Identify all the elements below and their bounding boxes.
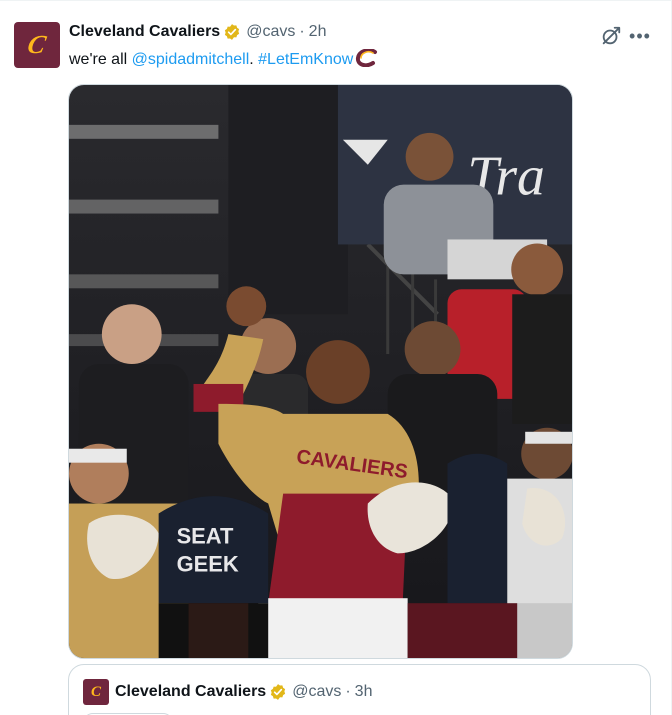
handle[interactable]: @cavs	[246, 23, 295, 41]
hashtag-link[interactable]: #LetEmKnow	[258, 51, 353, 68]
quote-timestamp[interactable]: 3h	[355, 683, 373, 701]
quote-handle[interactable]: @cavs	[292, 683, 341, 701]
cavs-c-emoji-icon	[356, 49, 378, 67]
verified-badge-icon[interactable]	[269, 683, 287, 701]
tweet-text: we're all @spidadmitchell. #LetEmKnow	[69, 49, 379, 69]
separator-dot: ·	[345, 683, 351, 700]
quote-header: Cleveland Cavaliers @cavs · 3h	[115, 683, 372, 701]
media-image: Tra CAVALIERS SEAT GEEK	[69, 85, 572, 658]
quote-display-name[interactable]: Cleveland Cavaliers	[115, 683, 266, 701]
avatar[interactable]: C	[14, 22, 60, 68]
sign-text-line2: GEEK	[177, 551, 239, 576]
more-icon[interactable]: •••	[628, 25, 652, 47]
sign-text-line1: SEAT	[177, 523, 234, 548]
mention-link[interactable]: @spidadmitchell	[132, 51, 250, 68]
quoted-tweet[interactable]: C Cleveland Cavaliers @cavs · 3h	[68, 664, 651, 715]
tweet-header: Cleveland Cavaliers @cavs · 2h	[69, 23, 326, 41]
separator-dot: ·	[299, 23, 305, 40]
tweet-media[interactable]: Tra CAVALIERS SEAT GEEK	[68, 84, 573, 659]
tweet-text-mid: .	[249, 51, 259, 68]
verified-badge-icon[interactable]	[223, 23, 241, 41]
cavs-logo-icon: C	[90, 683, 101, 700]
quote-avatar[interactable]: C	[83, 679, 109, 705]
display-name[interactable]: Cleveland Cavaliers	[69, 23, 220, 41]
grok-icon[interactable]	[600, 25, 622, 47]
tweet-text-prefix: we're all	[69, 51, 132, 68]
cavs-logo-icon: C	[25, 30, 49, 59]
timestamp[interactable]: 2h	[309, 23, 327, 41]
tweet-card[interactable]: C Cleveland Cavaliers @cavs · 2h ••• we'…	[0, 0, 672, 715]
